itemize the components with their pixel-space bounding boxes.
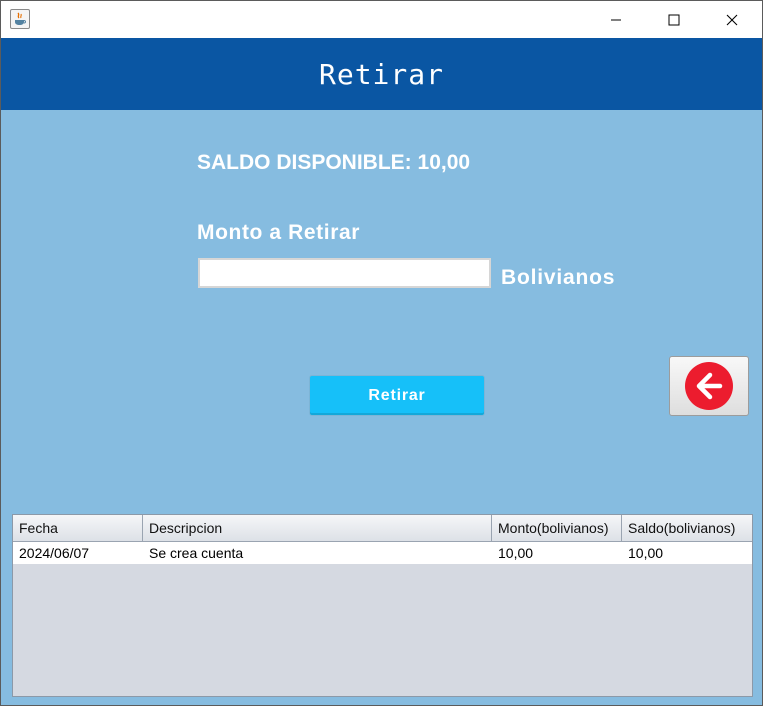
available-balance-label: SALDO DISPONIBLE: 10,00 xyxy=(197,151,471,174)
close-icon xyxy=(726,14,738,25)
column-header-descripcion[interactable]: Descripcion xyxy=(143,515,492,541)
cell-monto: 10,00 xyxy=(498,545,534,561)
arrow-left-circle-icon xyxy=(685,362,733,410)
currency-label: Bolivianos xyxy=(501,266,616,289)
column-header-monto[interactable]: Monto(bolivianos) xyxy=(492,515,622,541)
column-header-fecha[interactable]: Fecha xyxy=(13,515,143,541)
java-app-icon xyxy=(10,9,30,29)
app-window: Retirar SALDO DISPONIBLE: 10,00 Monto a … xyxy=(0,0,763,706)
maximize-icon xyxy=(668,14,680,25)
amount-input[interactable] xyxy=(198,258,491,288)
withdraw-button[interactable]: Retirar xyxy=(309,375,485,416)
cell-descripcion: Se crea cuenta xyxy=(149,545,244,561)
table-header: Fecha Descripcion Monto(bolivianos) Sald… xyxy=(13,515,752,542)
table-row[interactable]: 2024/06/07 Se crea cuenta 10,00 10,00 xyxy=(13,542,752,564)
cell-fecha: 2024/06/07 xyxy=(19,545,90,561)
back-button[interactable] xyxy=(669,356,749,416)
page-header: Retirar xyxy=(1,38,762,110)
close-button[interactable] xyxy=(703,1,761,38)
maximize-button[interactable] xyxy=(645,1,703,38)
minimize-icon xyxy=(611,19,621,20)
cell-saldo: 10,00 xyxy=(628,545,664,561)
amount-label: Monto a Retirar xyxy=(197,221,361,244)
page-title: Retirar xyxy=(318,57,444,91)
transactions-table[interactable]: Fecha Descripcion Monto(bolivianos) Sald… xyxy=(12,514,753,697)
minimize-button[interactable] xyxy=(587,1,645,38)
title-bar[interactable] xyxy=(1,1,762,38)
column-header-saldo[interactable]: Saldo(bolivianos) xyxy=(622,515,752,541)
